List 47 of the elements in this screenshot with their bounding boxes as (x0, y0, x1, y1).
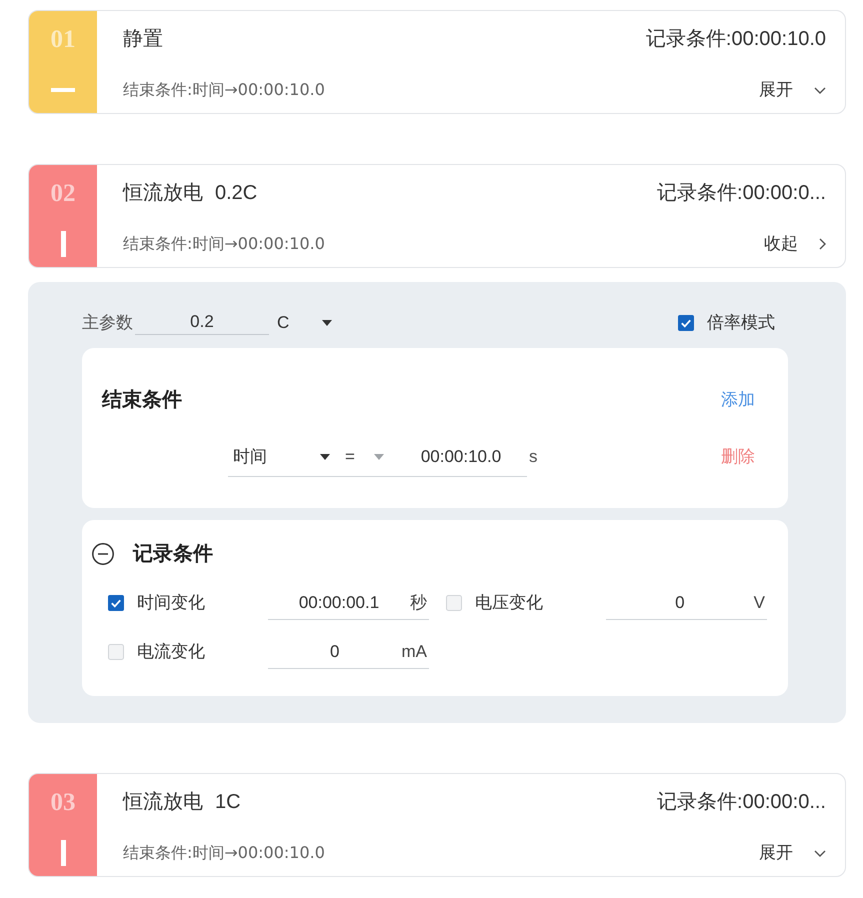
checkbox-label: 时间变化 (137, 592, 205, 612)
step-title: 恒流放电 (123, 790, 203, 815)
step-number: 03 (50, 789, 76, 817)
operator-select[interactable]: = (338, 437, 395, 477)
input-field[interactable]: 00:00:10.0 (395, 437, 527, 477)
param-label: 主参数 (82, 312, 133, 334)
minus-circle-icon[interactable] (92, 543, 114, 565)
caret-icon (374, 454, 384, 460)
step-rate: 1C (215, 790, 241, 815)
section-title: 记录条件 (133, 542, 213, 566)
step-title: 静置 (123, 27, 163, 52)
unit-label: 秒 (410, 592, 427, 614)
record-condition: 记录条件:00:00:0... (657, 181, 826, 206)
input-field[interactable]: 0.2 (135, 311, 269, 335)
record-condition: 记录条件:00:00:0... (657, 790, 826, 815)
end-condition: 结束条件:时间→00:00:10.0 (123, 79, 325, 101)
end-condition: 结束条件:时间→00:00:10.0 (123, 842, 325, 864)
step-title: 恒流放电 (123, 181, 203, 206)
dash-icon (51, 88, 75, 92)
toggle-button[interactable]: 收起 (764, 232, 826, 256)
type-select[interactable]: 时间 (228, 437, 338, 477)
toggle-button[interactable]: 展开 (759, 841, 826, 865)
input-field[interactable]: 00:00:00.1 秒 (268, 586, 429, 620)
input-field[interactable]: 0 V (606, 586, 767, 620)
toggle-button[interactable]: 展开 (759, 78, 826, 102)
unit-select[interactable]: C (277, 311, 332, 335)
checkbox[interactable] (678, 315, 694, 331)
step-rate: 0.2C (215, 181, 258, 206)
vertical-bar-icon (60, 231, 66, 257)
step-number: 02 (50, 180, 76, 208)
section-title: 结束条件 (102, 388, 182, 412)
caret-icon (320, 454, 330, 460)
checkbox-label: 倍率模式 (707, 312, 775, 334)
checkbox[interactable] (108, 644, 124, 660)
end-condition: 结束条件:时间→00:00:10.0 (123, 233, 325, 255)
record-condition: 记录条件:00:00:10.0 (646, 27, 826, 52)
unit-label: V (754, 592, 765, 614)
unit-label: mA (402, 640, 427, 663)
checkbox[interactable] (446, 595, 462, 611)
checkbox-label: 电压变化 (475, 592, 543, 612)
input-field[interactable]: 0 mA (268, 635, 429, 669)
vertical-bar-icon (60, 840, 66, 866)
caret-icon (322, 320, 332, 326)
checkbox[interactable] (108, 595, 124, 611)
step-number: 01 (50, 26, 76, 54)
checkbox-label: 电流变化 (137, 642, 205, 660)
unit-label: s (529, 446, 538, 468)
